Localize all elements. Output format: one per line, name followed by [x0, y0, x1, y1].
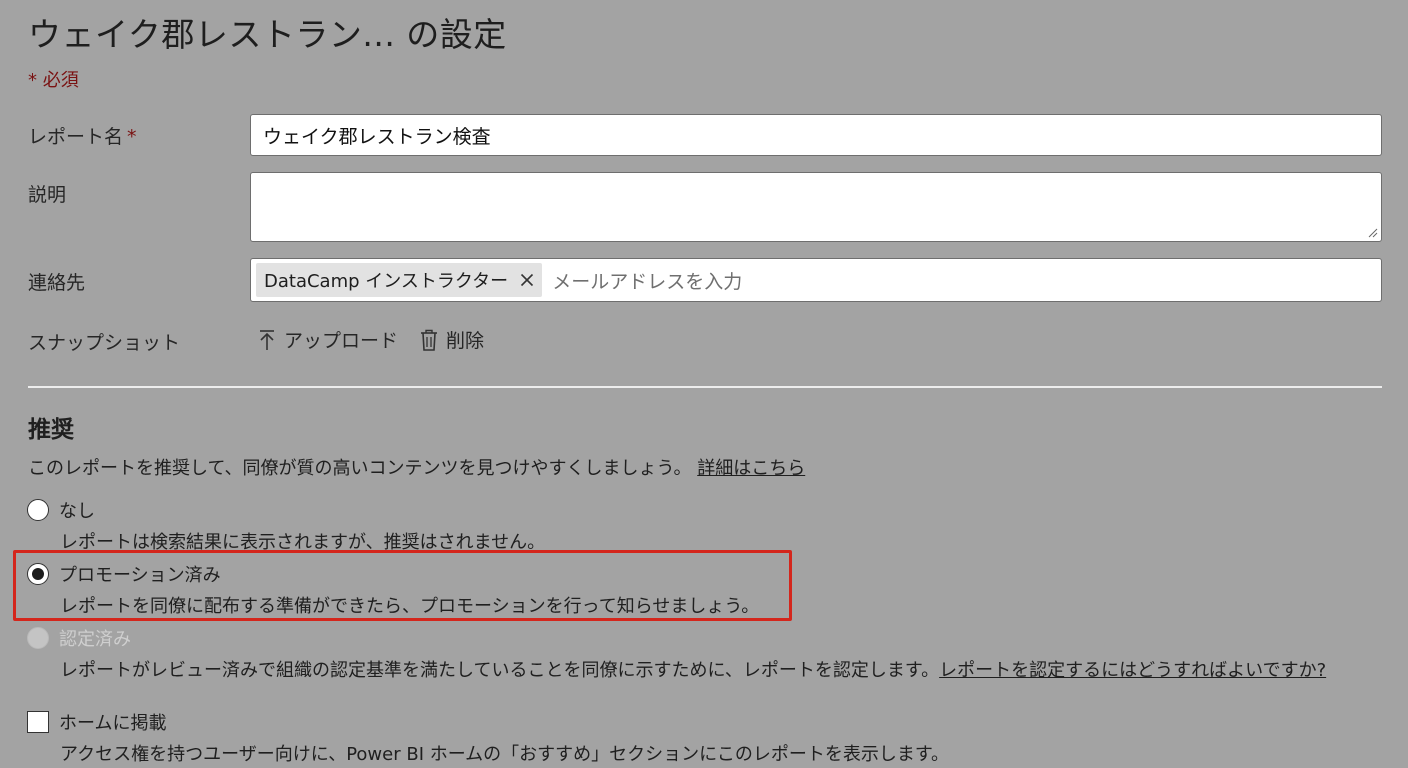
option-none-row[interactable]: なし	[27, 497, 545, 523]
contact-chip: DataCamp インストラクター	[256, 263, 543, 297]
snapshot-actions: アップロード 削除	[258, 326, 484, 353]
endorsement-option-none: なし レポートは検索結果に表示されますが、推奨はされません。	[27, 497, 545, 554]
report-name-input[interactable]: ウェイク郡レストラン検査	[250, 114, 1382, 156]
option-certified-label: 認定済み	[59, 629, 131, 650]
endorsement-option-certified: 認定済み レポートがレビュー済みで組織の認定基準を満たしていることを同僚に示すた…	[27, 625, 1326, 682]
feature-home-option: ホームに掲載 アクセス権を持つユーザー向けに、Power BI ホームの「おすす…	[27, 709, 949, 766]
option-certified-description-text: レポートがレビュー済みで組織の認定基準を満たしていることを同僚に示すために、レポ…	[60, 660, 940, 681]
option-certified-description: レポートがレビュー済みで組織の認定基準を満たしていることを同僚に示すために、レポ…	[60, 656, 1326, 682]
settings-page: ウェイク郡レストラン... の設定 * 必須 レポート名 * ウェイク郡レストラン…	[0, 0, 1408, 768]
feature-home-row[interactable]: ホームに掲載	[27, 709, 949, 735]
upload-icon	[260, 329, 274, 350]
feature-home-description: アクセス権を持つユーザー向けに、Power BI ホームの「おすすめ」セクション…	[60, 744, 950, 765]
page-title: ウェイク郡レストラン... の設定	[28, 15, 507, 54]
delete-label: 削除	[446, 330, 485, 352]
close-icon[interactable]	[520, 273, 534, 287]
feature-home-checkbox[interactable]	[27, 711, 49, 733]
snapshot-label: スナップショット	[28, 332, 181, 354]
required-note: * 必須	[28, 70, 79, 91]
radio-certified	[27, 627, 49, 649]
section-divider	[28, 386, 1382, 388]
option-certified-row: 認定済み	[27, 625, 1326, 651]
delete-button[interactable]: 削除	[420, 326, 484, 353]
description-label: 説明	[28, 184, 67, 206]
certify-help-link[interactable]: レポートを認定するにはどうすればよいですか?	[939, 660, 1326, 681]
report-name-label-text: レポート名	[28, 126, 124, 148]
report-name-label: レポート名 *	[28, 122, 137, 149]
description-textarea[interactable]	[250, 172, 1382, 242]
endorsement-description-text: このレポートを推奨して、同僚が質の高いコンテンツを見つけやすくしましょう。	[28, 458, 692, 479]
required-star: *	[127, 126, 137, 148]
option-none-label: なし	[59, 501, 95, 522]
radio-none[interactable]	[27, 499, 49, 521]
trash-icon	[421, 329, 438, 351]
contact-label: 連絡先	[28, 272, 86, 294]
contact-placeholder[interactable]: メールアドレスを入力	[552, 267, 742, 294]
endorsement-title: 推奨	[28, 417, 74, 443]
resize-grip-icon[interactable]	[1368, 228, 1378, 238]
upload-label: アップロード	[284, 330, 399, 352]
feature-home-label: ホームに掲載	[59, 713, 167, 734]
contact-input[interactable]: DataCamp インストラクター メールアドレスを入力	[250, 258, 1382, 302]
highlight-box	[13, 550, 792, 621]
contact-chip-label: DataCamp インストラクター	[264, 271, 509, 292]
upload-button[interactable]: アップロード	[258, 326, 398, 353]
learn-more-link[interactable]: 詳細はこちら	[697, 458, 805, 479]
endorsement-description: このレポートを推奨して、同僚が質の高いコンテンツを見つけやすくしましょう。 詳細…	[28, 454, 805, 480]
